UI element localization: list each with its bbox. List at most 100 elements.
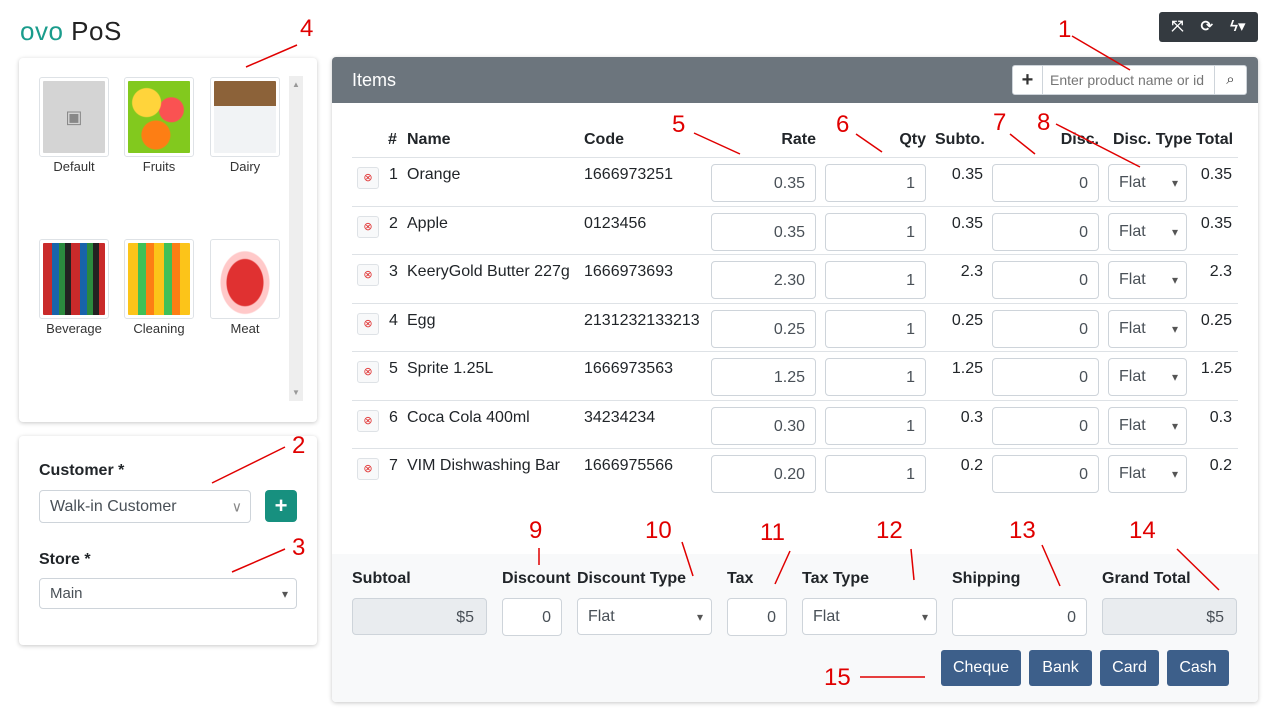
shipping-input[interactable]: 0 (952, 598, 1087, 636)
qty-input[interactable]: 1 (825, 455, 926, 493)
rate-input[interactable]: 0.25 (711, 309, 816, 348)
customer-select[interactable]: Walk-in Customer ∨ (39, 490, 251, 523)
bank-button[interactable]: Bank (1029, 650, 1092, 686)
category-fruits[interactable]: Fruits (124, 77, 194, 174)
remove-item-icon[interactable]: ⊗ (357, 312, 379, 335)
discount-type-select[interactable]: Flat ▾ (577, 598, 712, 635)
rate-input[interactable]: 0.35 (711, 164, 816, 202)
qty-input[interactable]: 1 (825, 309, 926, 348)
col-hash: # (388, 131, 397, 148)
col-name: Name (407, 131, 451, 148)
card-button[interactable]: Card (1100, 650, 1159, 686)
disc-type-select[interactable]: Flat ▾ (1108, 309, 1187, 348)
remove-item-icon[interactable]: ⊗ (357, 215, 379, 238)
tax-type-value: Flat (813, 607, 840, 625)
category-dairy[interactable]: Dairy (210, 77, 280, 174)
add-product-icon[interactable]: + (1013, 66, 1043, 94)
table-row: ⊗ 6 Coca Cola 400ml 34234234 0.30 1 0.3 0 Flat ▾ 0… (352, 399, 1238, 449)
annotation-13: 13 (1009, 517, 1036, 544)
expand-icon[interactable]: ⤧ (1171, 12, 1183, 42)
qty-input[interactable]: 1 (825, 358, 926, 396)
col-disc-type: Disc. Type (1113, 131, 1192, 148)
category-beverage[interactable]: Beverage (39, 239, 109, 336)
row-total: 0.35 (1200, 214, 1232, 232)
scroll-up-icon[interactable]: ▲ (292, 80, 300, 89)
image-placeholder-icon: ▣ (43, 81, 105, 153)
remove-item-icon[interactable]: ⊗ (357, 361, 379, 383)
disc-input[interactable]: 0 (992, 164, 1099, 202)
category-label: Default (53, 159, 95, 174)
disc-input[interactable]: 0 (992, 406, 1099, 445)
search-icon[interactable]: ⌕ (1214, 66, 1246, 94)
items-panel: Items + ⌕ # Name Code Rate Qty Subto. Di… (332, 57, 1258, 702)
row-subtotal: 2.3 (960, 263, 983, 280)
rate-input[interactable]: 2.30 (711, 261, 816, 299)
category-scrollbar[interactable]: ▲ ▼ (289, 76, 303, 401)
qty-input[interactable]: 1 (825, 164, 926, 202)
store-label: Store * (39, 551, 91, 568)
discount-input[interactable]: 0 (502, 598, 562, 636)
row-code: 1666973251 (584, 166, 673, 183)
disc-type-select[interactable]: Flat ▾ (1108, 455, 1187, 493)
chevron-down-icon: ▾ (696, 609, 703, 624)
category-thumb (124, 77, 194, 157)
table-row: ⊗ 7 VIM Dishwashing Bar 1666975566 0.20 1 0.2 0… (352, 448, 1238, 497)
rate-input[interactable]: 1.25 (711, 358, 816, 396)
grand-total-field: $5 (1102, 598, 1237, 635)
category-thumb: ▣ (39, 77, 109, 157)
remove-item-icon[interactable]: ⊗ (357, 167, 379, 189)
row-total: 0.2 (1209, 457, 1232, 474)
cash-button[interactable]: Cash (1167, 650, 1229, 686)
qty-input[interactable]: 1 (825, 261, 926, 299)
cheque-button[interactable]: Cheque (941, 650, 1021, 686)
row-subtotal: 0.25 (951, 311, 983, 329)
chevron-down-icon: ▾ (1171, 418, 1178, 433)
dairy-image (214, 81, 276, 153)
remove-item-icon[interactable]: ⊗ (357, 409, 379, 432)
add-customer-button[interactable]: + (265, 490, 297, 522)
discount-type-label: Discount Type (577, 570, 687, 587)
disc-type-select[interactable]: Flat ▾ (1108, 164, 1187, 202)
tax-input[interactable]: 0 (727, 598, 787, 636)
rate-input[interactable]: 0.30 (711, 406, 816, 445)
disc-type-select[interactable]: Flat ▾ (1108, 406, 1187, 445)
category-cleaning[interactable]: Cleaning (124, 239, 194, 336)
disc-input[interactable]: 0 (992, 261, 1099, 299)
beverage-image (43, 243, 105, 315)
disc-type-select[interactable]: Flat ▾ (1108, 212, 1187, 251)
qty-input[interactable]: 1 (825, 212, 926, 251)
qty-input[interactable]: 1 (825, 406, 926, 445)
store-select[interactable]: Main ▾ (39, 578, 297, 609)
disc-type-select[interactable]: Flat ▾ (1108, 358, 1187, 396)
annotation-2: 2 (292, 432, 306, 459)
tax-type-label: Tax Type (802, 570, 869, 587)
shipping-label: Shipping (952, 570, 1021, 587)
annotation-1: 1 (1058, 16, 1072, 43)
disc-type-select[interactable]: Flat ▾ (1108, 261, 1187, 299)
rate-input[interactable]: 0.20 (711, 455, 816, 493)
remove-item-icon[interactable]: ⊗ (357, 264, 379, 286)
chevron-down-icon: ▾ (1171, 224, 1178, 239)
annotation-3: 3 (292, 534, 306, 561)
disc-input[interactable]: 0 (992, 309, 1099, 348)
refresh-icon[interactable]: ⟳ (1200, 12, 1213, 42)
bolt-dropdown-icon[interactable]: ϟ▾ (1230, 12, 1245, 42)
remove-item-icon[interactable]: ⊗ (357, 458, 379, 480)
tax-type-select[interactable]: Flat ▾ (802, 598, 937, 635)
chevron-down-icon: ▾ (921, 609, 928, 624)
category-label: Fruits (142, 159, 176, 174)
customer-label: Customer * (39, 462, 125, 479)
disc-input[interactable]: 0 (992, 358, 1099, 396)
scroll-down-icon[interactable]: ▼ (292, 388, 300, 397)
product-search-input[interactable] (1043, 66, 1214, 94)
disc-input[interactable]: 0 (992, 455, 1099, 493)
customer-value: Walk-in Customer (50, 497, 177, 515)
category-default[interactable]: ▣ Default (39, 77, 109, 174)
rate-input[interactable]: 0.35 (711, 212, 816, 251)
category-meat[interactable]: Meat (210, 239, 280, 336)
row-total: 1.25 (1200, 360, 1232, 377)
row-total: 0.35 (1200, 166, 1232, 183)
disc-input[interactable]: 0 (992, 212, 1099, 251)
annotation-10: 10 (645, 517, 672, 544)
chevron-down-icon: ▾ (1171, 321, 1178, 336)
